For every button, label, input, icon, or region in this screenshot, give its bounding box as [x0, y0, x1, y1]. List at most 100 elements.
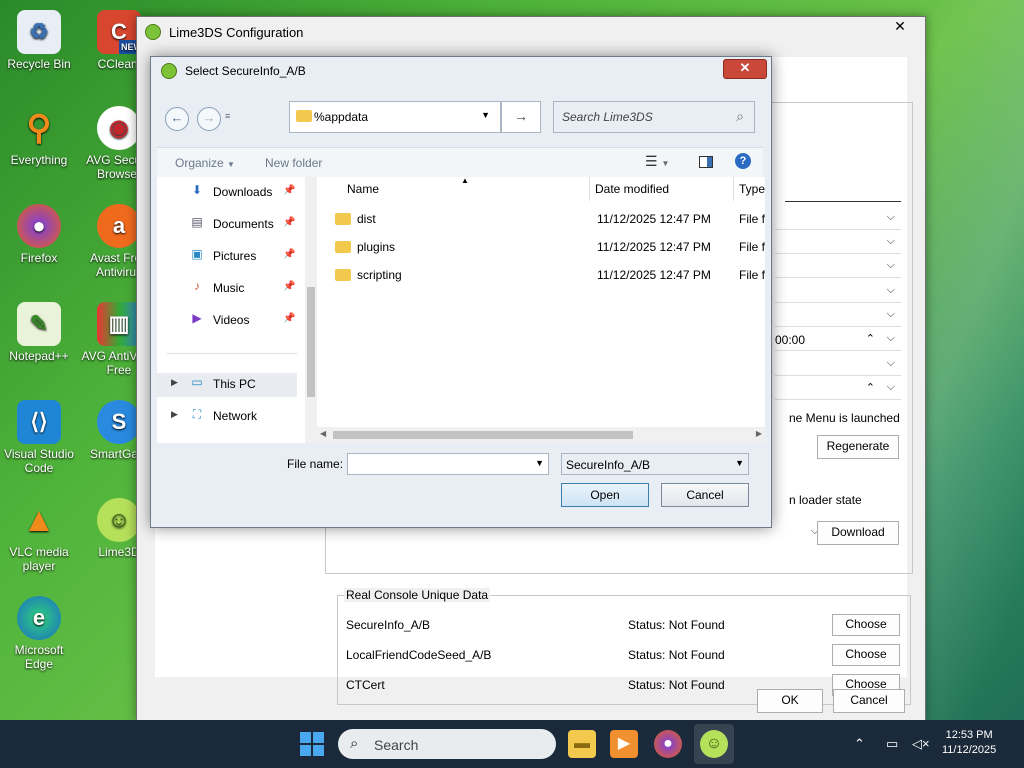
- spinner-2[interactable]: ⌃ ⌵: [775, 379, 901, 400]
- ok-button[interactable]: OK: [757, 689, 823, 713]
- forward-button[interactable]: →: [197, 107, 221, 131]
- pin-icon[interactable]: 📌: [283, 281, 295, 292]
- combo-3[interactable]: ⌵: [775, 257, 901, 278]
- view-options-icon[interactable]: ☰ ▼: [645, 153, 669, 170]
- pin-icon[interactable]: 📌: [283, 249, 295, 260]
- new-folder-button[interactable]: New folder: [265, 156, 322, 170]
- download-button[interactable]: Download: [817, 521, 899, 545]
- media-player-icon[interactable]: ▶: [610, 730, 638, 758]
- chevron-up-icon[interactable]: ⌃: [854, 736, 865, 752]
- windows-icon: [300, 732, 311, 743]
- organize-button[interactable]: Organize ▼: [175, 156, 235, 170]
- scroll-left-icon[interactable]: ◀: [320, 429, 326, 438]
- help-icon[interactable]: ?: [735, 153, 751, 169]
- column-header-type[interactable]: Type: [735, 177, 765, 201]
- regenerate-button[interactable]: Regenerate: [817, 435, 899, 459]
- column-header-date[interactable]: Date modified: [591, 177, 734, 201]
- file-date: 11/12/2025 12:47 PM: [597, 268, 711, 282]
- nav-item-videos[interactable]: ▶ Videos 📌: [157, 309, 297, 331]
- address-bar[interactable]: %appdata ▼: [289, 101, 501, 133]
- choose-secureinfo-button[interactable]: Choose: [832, 614, 900, 636]
- nav-item-this-pc[interactable]: ▶ ▭ This PC: [157, 373, 297, 397]
- nav-item-music[interactable]: ♪ Music 📌: [157, 277, 297, 299]
- choose-friendcode-button[interactable]: Choose: [832, 644, 900, 666]
- taskbar: ⌕ Search ▬ ▶ ● ☺ ⌃ ▭ ◁× 12:53 PM 11/12/2…: [0, 720, 1024, 768]
- scroll-right-icon[interactable]: ▶: [756, 429, 762, 438]
- console-data-group: Real Console Unique Data SecureInfo_A/B …: [337, 588, 911, 705]
- time-spinner[interactable]: 00:00 ⌃ ⌵: [775, 330, 901, 351]
- desktop-icon-vscode[interactable]: ⟨⟩ Visual Studio Code: [0, 400, 78, 475]
- chevron-down-icon[interactable]: ▼: [481, 110, 490, 120]
- pin-icon[interactable]: 📌: [283, 185, 295, 196]
- recent-locations-icon[interactable]: ≡: [225, 111, 230, 121]
- preview-pane-icon[interactable]: [699, 156, 713, 168]
- folder-icon: [335, 213, 351, 225]
- clock[interactable]: 12:53 PM 11/12/2025: [942, 728, 996, 758]
- file-name-input[interactable]: ▼: [347, 453, 549, 475]
- item-name: SecureInfo_A/B: [346, 618, 431, 632]
- chevron-down-icon[interactable]: ⌵: [887, 332, 895, 345]
- back-button[interactable]: ←: [165, 107, 189, 131]
- file-explorer-icon[interactable]: ▬: [568, 730, 596, 758]
- spin-up-icon[interactable]: ⌃: [866, 381, 875, 394]
- everything-icon: ⚲: [26, 109, 52, 147]
- pin-icon[interactable]: 📌: [283, 217, 295, 228]
- status-text: Status: Not Found: [628, 648, 725, 662]
- chevron-down-icon[interactable]: ▼: [535, 458, 544, 468]
- open-button[interactable]: Open: [561, 483, 649, 507]
- config-close-button[interactable]: ✕: [879, 17, 921, 37]
- combo-6[interactable]: ⌵: [775, 355, 901, 376]
- firefox-icon[interactable]: ●: [654, 730, 682, 758]
- chevron-down-icon: ⌵: [886, 259, 895, 271]
- desktop-icon-edge[interactable]: e Microsoft Edge: [0, 596, 78, 671]
- go-button[interactable]: →: [501, 101, 541, 133]
- nav-item-documents[interactable]: ▤ Documents 📌: [157, 213, 297, 235]
- nav-label: Pictures: [213, 249, 257, 263]
- start-button[interactable]: [300, 732, 324, 756]
- cancel-button[interactable]: Cancel: [833, 689, 905, 713]
- divider: [167, 353, 297, 354]
- desktop-icon-firefox[interactable]: ● Firefox: [0, 204, 78, 265]
- search-input[interactable]: Search Lime3DS ⌕: [553, 101, 755, 133]
- scrollbar-thumb[interactable]: [307, 287, 315, 397]
- file-type: File fo: [739, 240, 765, 254]
- file-dialog: Select SecureInfo_A/B ✕ ← → ≡ %appdata ▼…: [150, 56, 772, 528]
- volume-muted-icon[interactable]: ◁×: [912, 736, 930, 752]
- nav-item-downloads[interactable]: ⬇ Downloads 📌: [157, 181, 297, 203]
- column-header-name[interactable]: Name ▲: [317, 176, 590, 201]
- table-row[interactable]: scripting 11/12/2025 12:47 PM File fo: [317, 263, 765, 289]
- column-label: Date modified: [595, 182, 670, 196]
- pin-icon[interactable]: 📌: [283, 313, 295, 324]
- file-date: 11/12/2025 12:47 PM: [597, 212, 711, 226]
- nav-scrollbar[interactable]: [305, 177, 317, 443]
- lime3ds-taskbar-icon[interactable]: ☺: [700, 730, 728, 758]
- nav-item-network[interactable]: ▶ ⛶ Network: [157, 405, 297, 427]
- combo-2[interactable]: ⌵: [775, 233, 901, 254]
- table-row[interactable]: dist 11/12/2025 12:47 PM File fo: [317, 207, 765, 233]
- display-icon[interactable]: ▭: [886, 736, 898, 752]
- scrollbar-thumb[interactable]: [333, 431, 633, 439]
- nav-item-pictures[interactable]: ▣ Pictures 📌: [157, 245, 297, 267]
- item-name: CTCert: [346, 678, 385, 692]
- combo-5[interactable]: ⌵: [775, 306, 901, 327]
- spin-up-icon[interactable]: ⌃: [866, 332, 875, 345]
- horizontal-scrollbar[interactable]: ◀ ▶: [317, 427, 765, 443]
- avast-icon: a: [97, 204, 141, 248]
- expand-arrow-icon[interactable]: ▶: [171, 409, 178, 420]
- file-type-filter[interactable]: SecureInfo_A/B ▼: [561, 453, 749, 475]
- dialog-cancel-button[interactable]: Cancel: [661, 483, 749, 507]
- chevron-down-icon[interactable]: ⌵: [887, 381, 895, 394]
- desktop-icon-everything[interactable]: ⚲ Everything: [0, 106, 78, 167]
- chevron-down-icon: ⌵: [886, 211, 895, 223]
- taskbar-search[interactable]: ⌕ Search: [338, 729, 556, 759]
- combo-1[interactable]: ⌵: [775, 209, 901, 230]
- combo-4[interactable]: ⌵: [775, 282, 901, 303]
- file-name-label: File name:: [287, 457, 344, 471]
- desktop-icon-notepadpp[interactable]: ✎ Notepad++: [0, 302, 78, 363]
- expand-arrow-icon[interactable]: ▶: [171, 377, 178, 388]
- dialog-close-button[interactable]: ✕: [723, 59, 767, 79]
- nav-label: This PC: [213, 377, 256, 391]
- table-row[interactable]: plugins 11/12/2025 12:47 PM File fo: [317, 235, 765, 261]
- desktop-icon-recycle-bin[interactable]: ♻ Recycle Bin: [0, 10, 78, 71]
- desktop-icon-vlc[interactable]: ▲ VLC media player: [0, 498, 78, 573]
